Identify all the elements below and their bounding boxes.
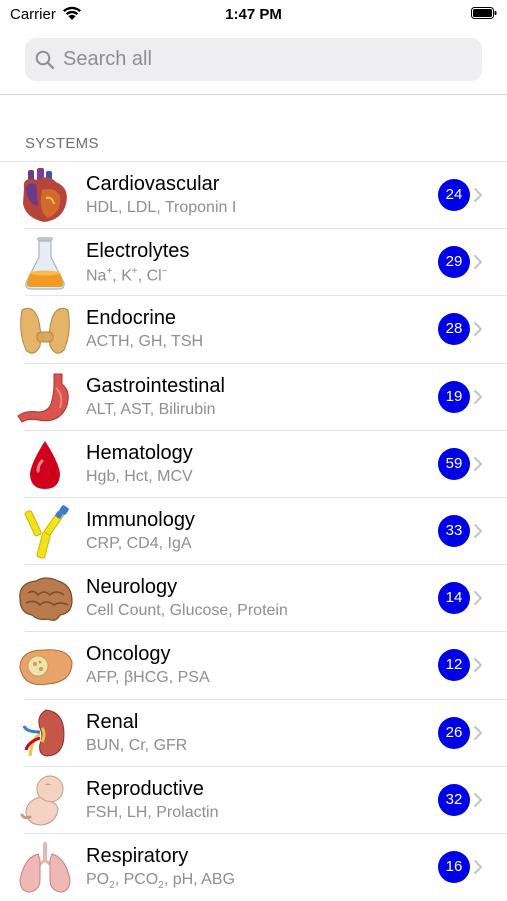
chevron-right-icon	[474, 658, 482, 673]
chevron-right-icon	[474, 792, 482, 807]
header-divider	[0, 94, 507, 95]
count-badge: 14	[438, 582, 470, 615]
blood-drop-icon	[30, 440, 60, 489]
list-item-hematology[interactable]: Hematology Hgb, Hct, MCV 59	[0, 431, 507, 498]
search-input[interactable]	[63, 38, 463, 81]
count-badge: 59	[438, 447, 470, 480]
battery-icon	[471, 7, 497, 19]
chevron-right-icon	[474, 591, 482, 606]
lungs-icon	[19, 841, 71, 893]
item-title: Reproductive	[86, 777, 204, 800]
count-badge: 26	[438, 716, 470, 749]
status-bar: Carrier 1:47 PM	[0, 0, 507, 28]
item-subtitle: ALT, AST, Bilirubin	[86, 400, 216, 418]
chevron-right-icon	[474, 188, 482, 202]
item-subtitle: FSH, LH, Prolactin	[86, 803, 219, 821]
count-badge: 24	[438, 179, 470, 211]
count-badge: 33	[438, 514, 470, 547]
item-title: Hematology	[86, 441, 193, 464]
list-item-gastrointestinal[interactable]: Gastrointestinal ALT, AST, Bilirubin 19	[0, 364, 507, 431]
item-title: Neurology	[86, 576, 178, 599]
flask-icon	[25, 237, 65, 290]
item-subtitle: Cell Count, Glucose, Protein	[86, 602, 288, 620]
list-item-renal[interactable]: Renal BUN, Cr, GFR 26	[0, 700, 507, 767]
item-subtitle: BUN, Cr, GFR	[86, 736, 188, 754]
item-title: Oncology	[86, 643, 171, 666]
item-title: Endocrine	[86, 307, 177, 330]
search-bar[interactable]	[25, 38, 482, 81]
item-title: Immunology	[86, 508, 195, 531]
count-badge: 16	[438, 850, 470, 883]
item-subtitle: PO2, PCO2, pH, ABG	[86, 870, 235, 892]
stomach-icon	[17, 373, 69, 423]
tumor-icon	[19, 649, 73, 686]
item-subtitle: CRP, CD4, IgA	[86, 534, 192, 552]
chevron-right-icon	[474, 322, 482, 337]
list-item-oncology[interactable]: Oncology AFP, βHCG, PSA 12	[0, 632, 507, 700]
chevron-right-icon	[474, 255, 482, 270]
item-title: Gastrointestinal	[86, 374, 225, 397]
list-item-reproductive[interactable]: Reproductive FSH, LH, Prolactin 32	[0, 767, 507, 834]
count-badge: 32	[438, 783, 470, 816]
chevron-right-icon	[474, 725, 482, 740]
item-subtitle: Na+, K+, Cl−	[86, 266, 168, 285]
kidney-icon	[22, 708, 65, 757]
item-title: Renal	[86, 710, 139, 733]
thyroid-icon	[20, 308, 70, 355]
chevron-right-icon	[474, 859, 482, 874]
search-icon	[35, 50, 55, 70]
list-item-neurology[interactable]: Neurology Cell Count, Glucose, Protein 1…	[0, 565, 507, 633]
item-title: Cardiovascular	[86, 173, 220, 195]
item-title: Respiratory	[86, 844, 189, 867]
status-time: 1:47 PM	[225, 6, 282, 23]
count-badge: 29	[438, 246, 470, 279]
list-item-cardiovascular[interactable]: Cardiovascular HDL, LDL, Troponin I 24	[0, 162, 507, 230]
item-subtitle: ACTH, GH, TSH	[86, 333, 204, 351]
chevron-right-icon	[474, 389, 482, 404]
chevron-right-icon	[474, 523, 482, 538]
list-item-electrolytes[interactable]: Electrolytes Na+, K+, Cl− 29	[0, 229, 507, 297]
item-title: Electrolytes	[86, 240, 190, 263]
fetus-icon	[20, 775, 64, 826]
systems-list: Cardiovascular HDL, LDL, Troponin I 24 E…	[0, 162, 507, 901]
item-subtitle: AFP, βHCG, PSA	[86, 669, 210, 687]
list-item-endocrine[interactable]: Endocrine ACTH, GH, TSH 28	[0, 296, 507, 364]
count-badge: 19	[438, 380, 470, 413]
count-badge: 28	[438, 313, 470, 346]
list-item-immunology[interactable]: Immunology CRP, CD4, IgA 33	[0, 498, 507, 566]
list-item-respiratory[interactable]: Respiratory PO2, PCO2, pH, ABG 16	[0, 834, 507, 901]
chevron-right-icon	[474, 456, 482, 471]
count-badge: 12	[438, 649, 470, 682]
item-subtitle: Hgb, Hct, MCV	[86, 467, 193, 485]
antibody-icon	[24, 505, 69, 559]
section-header: SYSTEMS	[25, 135, 99, 152]
heart-icon	[23, 168, 67, 222]
item-subtitle: HDL, LDL, Troponin I	[86, 199, 237, 216]
brain-icon	[19, 577, 73, 622]
